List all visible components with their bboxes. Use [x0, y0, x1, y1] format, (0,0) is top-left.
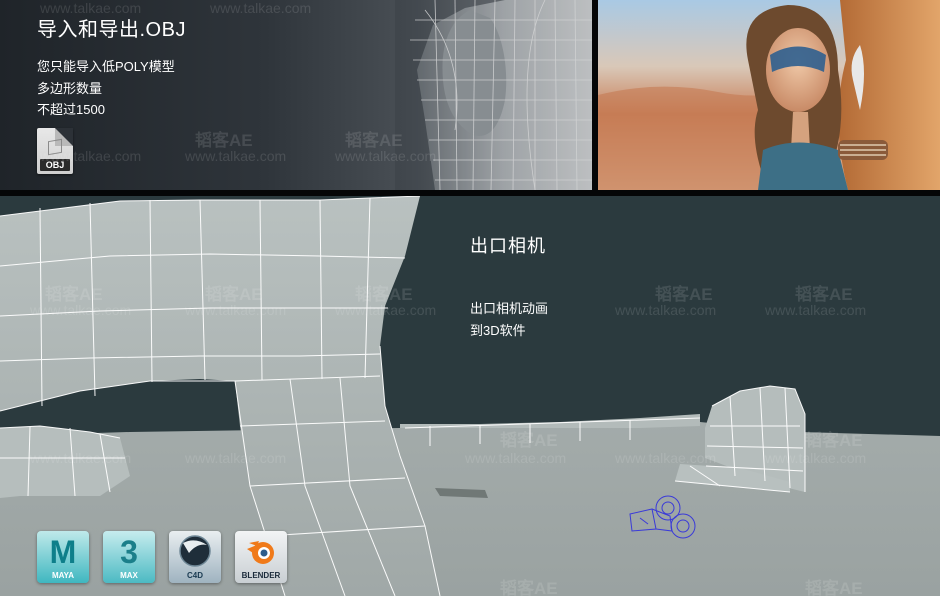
cinema4d-logo-icon — [179, 535, 211, 567]
watermark-brand: 韬客AE — [195, 131, 253, 150]
obj-file-label: OBJ — [40, 159, 70, 171]
obj-desc-line-2: 多边形数量 — [37, 81, 103, 96]
obj-section-title: 导入和导出.OBJ — [37, 19, 186, 41]
obj-desc-line-1: 您只能导入低POLY模型 — [37, 59, 175, 74]
c4d-label: C4D — [186, 571, 203, 580]
blender-label: BLENDER — [241, 571, 281, 580]
model-photo — [598, 0, 940, 190]
camera-export-panel: 出口相机 出口相机动画 到3D软件 M MAYA 3 MAX C4D BLEND… — [0, 196, 940, 596]
rendered-photo-panel — [598, 0, 940, 190]
cinema4d-icon: C4D — [169, 531, 221, 583]
watermark-url: www.talkae.com — [185, 148, 287, 164]
blender-logo-icon — [247, 541, 274, 564]
obj-file-icon: OBJ — [37, 128, 73, 174]
max-label: MAX — [120, 571, 138, 580]
obj-import-export-panel: 导入和导出.OBJ 您只能导入低POLY模型 多边形数量 不超过1500 OBJ… — [0, 0, 592, 190]
maya-label: MAYA — [51, 571, 75, 580]
watermark-brand: 韬客AE — [345, 131, 403, 150]
maya-icon: M MAYA — [37, 531, 89, 583]
watermark-url: www.talkae.com — [210, 0, 312, 16]
camera-desc-line-2: 到3D软件 — [470, 323, 526, 338]
obj-desc-line-3: 不超过1500 — [37, 102, 105, 117]
wireframe-head-model — [395, 0, 592, 190]
blender-icon: BLENDER — [235, 531, 287, 583]
camera-desc-line-1: 出口相机动画 — [470, 301, 549, 316]
cube-icon — [48, 138, 62, 156]
3dsmax-icon: 3 MAX — [103, 531, 155, 583]
camera-section-title: 出口相机 — [470, 236, 546, 256]
